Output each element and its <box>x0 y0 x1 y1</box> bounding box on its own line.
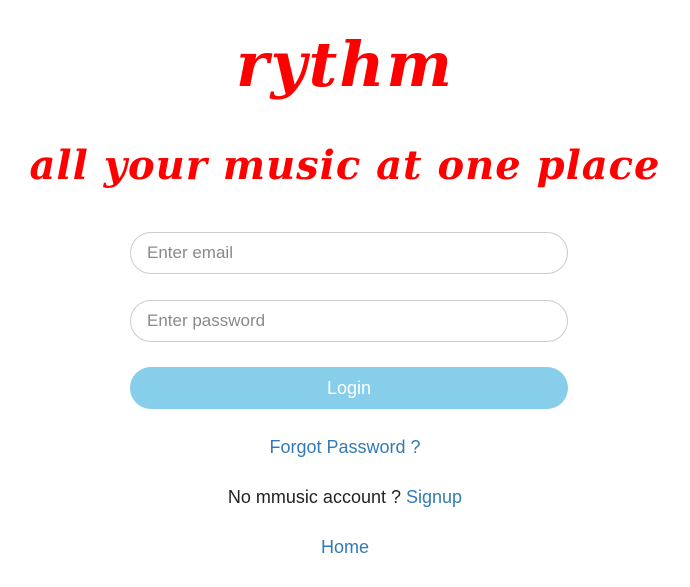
login-button[interactable]: Login <box>130 367 568 409</box>
home-row: Home <box>0 535 690 559</box>
no-account-text: No mmusic account ? <box>227 487 401 507</box>
brand-title: rythm <box>235 28 454 101</box>
forgot-password-row: Forgot Password ? <box>0 435 690 459</box>
signup-row: No mmusic account ? Signup <box>0 485 690 509</box>
signup-link[interactable]: Signup <box>406 487 462 507</box>
brand-tagline: all your music at one place <box>29 142 661 189</box>
home-link[interactable]: Home <box>321 537 369 557</box>
forgot-password-link[interactable]: Forgot Password ? <box>269 437 420 457</box>
password-field[interactable] <box>130 300 568 342</box>
email-field[interactable] <box>130 232 568 274</box>
